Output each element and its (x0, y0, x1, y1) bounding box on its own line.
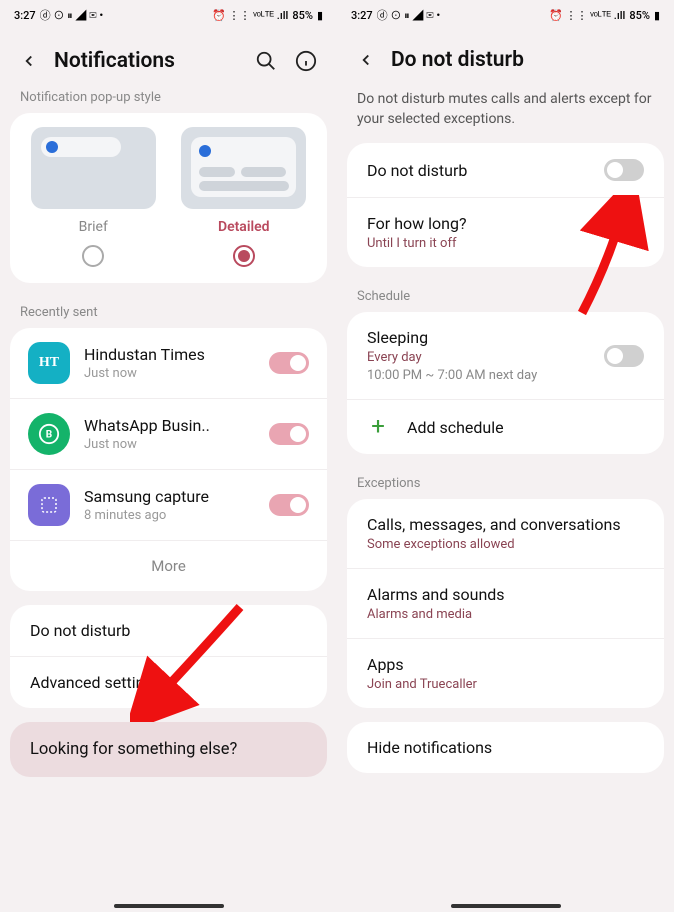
nav-bar[interactable] (114, 904, 224, 908)
schedule-card: Sleeping Every day 10:00 PM ~ 7:00 AM ne… (347, 312, 664, 454)
sleeping-row[interactable]: Sleeping Every day 10:00 PM ~ 7:00 AM ne… (347, 312, 664, 399)
status-battery: 85% (292, 9, 313, 22)
info-icon[interactable] (293, 48, 319, 74)
brief-label: Brief (79, 219, 108, 235)
status-bar: 3:27 ⓓ ⊙ ⏸ ◢ ✉ • ⏰ ⋮⋮ ᵛᵒᴸᵀᴱ .ıll 85% ▮ (0, 0, 337, 30)
app-sub: Just now (84, 366, 255, 381)
status-icons-right: ⏰ ⋮⋮ ᵛᵒᴸᵀᴱ .ıll (549, 9, 625, 22)
calls-row[interactable]: Calls, messages, and conversations Some … (347, 499, 664, 568)
app-row-samsung[interactable]: Samsung capture 8 minutes ago (10, 469, 327, 540)
popup-style-label: Notification pop-up style (0, 82, 337, 113)
page-title: Notifications (54, 49, 239, 73)
app-icon-ht: HT (28, 342, 70, 384)
advanced-row[interactable]: Advanced settings (10, 656, 327, 708)
radio-detailed[interactable] (233, 245, 255, 267)
toggle-ht[interactable] (269, 352, 309, 374)
status-time: 3:27 (351, 9, 373, 22)
toggle-sleeping[interactable] (604, 345, 644, 367)
app-sub: 8 minutes ago (84, 508, 255, 523)
status-icons-left: ⓓ ⊙ ⏸ ◢ ✉ • (40, 7, 104, 23)
nav-bar[interactable] (451, 904, 561, 908)
dnd-row[interactable]: Do not disturb (10, 605, 327, 656)
header: Notifications (0, 30, 337, 82)
status-bar: 3:27 ⓓ ⊙ ⏸ ◢ ✉ • ⏰ ⋮⋮ ᵛᵒᴸᵀᴱ .ıll 85% ▮ (337, 0, 674, 30)
battery-icon: ▮ (654, 9, 660, 22)
style-detailed[interactable]: Detailed (179, 127, 310, 267)
app-name: Samsung capture (84, 487, 255, 506)
dnd-description: Do not disturb mutes calls and alerts ex… (337, 80, 674, 143)
popup-style-card: Brief Detailed (10, 113, 327, 283)
page-title: Do not disturb (391, 48, 656, 72)
hide-card: Hide notifications (347, 722, 664, 773)
dnd-main-card: Do not disturb For how long? Until I tur… (347, 143, 664, 267)
back-icon[interactable] (355, 49, 377, 71)
settings-card: Do not disturb Advanced settings (10, 605, 327, 708)
status-icons-left: ⓓ ⊙ ⏸ ◢ ✉ • (377, 7, 441, 23)
apps-row[interactable]: Apps Join and Truecaller (347, 638, 664, 708)
recent-apps-card: HT Hindustan Times Just now B WhatsApp B… (10, 328, 327, 591)
plus-icon: + (367, 416, 389, 438)
detailed-label: Detailed (218, 219, 270, 235)
app-row-ht[interactable]: HT Hindustan Times Just now (10, 328, 327, 398)
app-name: WhatsApp Busin.. (84, 416, 255, 435)
header: Do not disturb (337, 30, 674, 80)
looking-card[interactable]: Looking for something else? (10, 722, 327, 777)
status-icons-right: ⏰ ⋮⋮ ᵛᵒᴸᵀᴱ .ıll (212, 9, 288, 22)
alarms-row[interactable]: Alarms and sounds Alarms and media (347, 568, 664, 638)
toggle-whatsapp[interactable] (269, 423, 309, 445)
search-icon[interactable] (253, 48, 279, 74)
app-icon-samsung (28, 484, 70, 526)
howlong-row[interactable]: For how long? Until I turn it off (347, 197, 664, 267)
recent-label: Recently sent (0, 297, 337, 328)
app-row-whatsapp[interactable]: B WhatsApp Busin.. Just now (10, 398, 327, 469)
app-icon-whatsapp: B (28, 413, 70, 455)
screen-notifications: 3:27 ⓓ ⊙ ⏸ ◢ ✉ • ⏰ ⋮⋮ ᵛᵒᴸᵀᴱ .ıll 85% ▮ N… (0, 0, 337, 912)
svg-text:B: B (46, 430, 52, 441)
app-sub: Just now (84, 437, 255, 452)
dnd-toggle-row[interactable]: Do not disturb (347, 143, 664, 197)
schedule-label: Schedule (337, 281, 674, 312)
exceptions-card: Calls, messages, and conversations Some … (347, 499, 664, 708)
radio-brief[interactable] (82, 245, 104, 267)
status-battery: 85% (629, 9, 650, 22)
battery-icon: ▮ (317, 9, 323, 22)
more-button[interactable]: More (10, 540, 327, 591)
style-brief[interactable]: Brief (28, 127, 159, 267)
back-icon[interactable] (18, 50, 40, 72)
looking-title: Looking for something else? (30, 740, 307, 759)
toggle-dnd[interactable] (604, 159, 644, 181)
app-name: Hindustan Times (84, 345, 255, 364)
screen-dnd: 3:27 ⓓ ⊙ ⏸ ◢ ✉ • ⏰ ⋮⋮ ᵛᵒᴸᵀᴱ .ıll 85% ▮ D… (337, 0, 674, 912)
add-schedule-row[interactable]: + Add schedule (347, 399, 664, 454)
toggle-samsung[interactable] (269, 494, 309, 516)
hide-row[interactable]: Hide notifications (347, 722, 664, 773)
status-time: 3:27 (14, 9, 36, 22)
exceptions-label: Exceptions (337, 468, 674, 499)
